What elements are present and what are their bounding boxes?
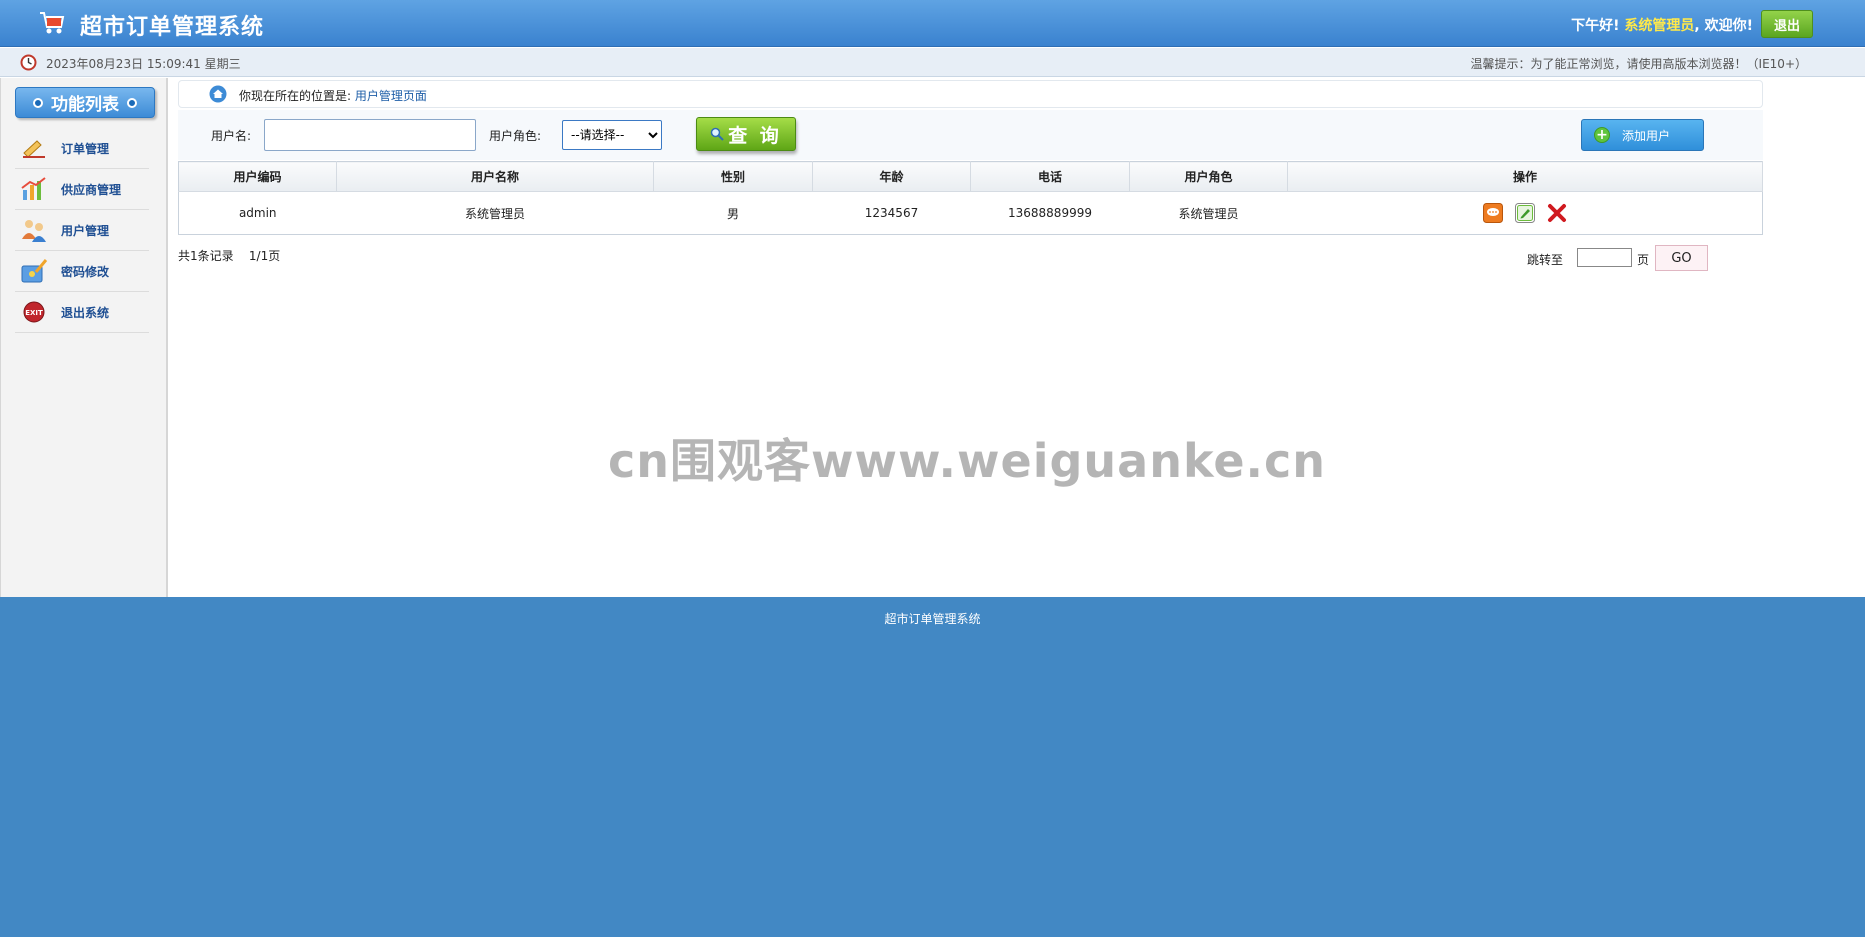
page-indicator: 1/1页 [248,249,281,263]
breadcrumb-current[interactable]: 用户管理页面 [355,89,427,103]
query-button[interactable]: 查 询 [696,117,796,151]
add-user-button[interactable]: + 添加用户 [1581,119,1704,151]
users-table: 用户编码 用户名称 性别 年龄 电话 用户角色 操作 admin 系统管理员 男… [178,161,1763,235]
header: 超市订单管理系统 下午好! 系统管理员, 欢迎你! 退出 [0,0,1865,47]
sidebar-item-label: 订单管理 [61,141,110,156]
greeting-prefix: 下午好! [1571,18,1620,34]
sidebar-item-users[interactable]: 用户管理 [15,210,149,251]
footer: 超市订单管理系统 [0,597,1865,937]
footer-text: 超市订单管理系统 [884,612,981,626]
search-icon [710,127,724,141]
sidebar-item-password[interactable]: 密码修改 [15,251,149,292]
username-label: 用户名: [211,129,252,143]
table-row: admin 系统管理员 男 1234567 13688889999 系统管理员 [179,192,1763,235]
cart-icon [40,12,65,34]
sidebar-item-suppliers[interactable]: 供应商管理 [15,169,149,210]
breadcrumb-prefix: 你现在所在的位置是: [239,89,352,103]
sidebar-title-text: 功能列表 [51,95,119,115]
jump-label: 跳转至 [1527,253,1564,267]
logout-button[interactable]: 退出 [1761,10,1813,38]
current-datetime: 2023年08月23日 15:09:41 星期三 [46,57,241,71]
cell-name: 系统管理员 [464,206,525,221]
sidebar-item-orders[interactable]: 订单管理 [15,128,149,169]
go-button[interactable]: GO [1655,245,1708,271]
role-select[interactable]: --请选择-- [562,120,662,150]
app-title: 超市订单管理系统 [80,15,265,40]
home-icon [209,85,227,103]
add-user-label: 添加用户 [1622,128,1671,143]
sidebar-item-exit[interactable]: EXIT 退出系统 [15,292,149,333]
cell-code: admin [238,206,277,220]
order-icon [19,135,49,161]
browser-tip: 温馨提示：为了能正常浏览，请使用高版本浏览器！（IE10+） [1470,57,1807,71]
clock-icon [20,54,37,71]
page-jump-input[interactable] [1577,248,1632,267]
sidebar-item-label: 用户管理 [61,223,110,238]
cell-gender: 男 [726,206,739,221]
col-header-phone: 电话 [970,161,1130,192]
password-icon [19,258,49,284]
current-username: 系统管理员 [1624,18,1695,34]
title-bullet-icon [127,97,137,108]
greeting-suffix: , 欢迎你! [1694,18,1753,34]
info-bar: 2023年08月23日 15:09:41 星期三 温馨提示：为了能正常浏览，请使… [0,48,1865,77]
table-header-row: 用户编码 用户名称 性别 年龄 电话 用户角色 操作 [178,161,1763,192]
pagination-summary: 共1条记录 1/1页 [178,247,280,264]
greeting: 下午好! 系统管理员, 欢迎你! [1571,15,1753,35]
edit-icon[interactable] [1514,203,1535,223]
plus-icon: + [1594,127,1610,143]
sidebar-title: 功能列表 [15,87,155,118]
cell-age: 1234567 [864,206,919,220]
sidebar-item-label: 密码修改 [61,264,110,279]
svg-text:EXIT: EXIT [25,309,43,317]
cell-phone: 13688889999 [1008,206,1092,220]
query-button-label: 查 询 [728,124,782,147]
breadcrumb: 你现在所在的位置是: 用户管理页面 [178,80,1763,108]
view-icon[interactable] [1482,203,1503,223]
title-bullet-icon [33,97,43,108]
users-icon [19,217,49,243]
sidebar-item-label: 退出系统 [61,305,110,320]
col-header-code: 用户编码 [178,161,337,192]
delete-icon[interactable] [1547,203,1567,223]
sidebar: 功能列表 订单管理 供应商管理 用户管理 密码修改 EXIT 退出系统 [0,78,168,597]
total-records: 共1条记录 [178,249,234,263]
page-unit-label: 页 [1637,253,1650,267]
watermark: cn围观客www.weiguanke.cn [608,434,1327,488]
role-label: 用户角色: [489,129,542,143]
sidebar-item-label: 供应商管理 [61,182,122,197]
breadcrumb-text: 你现在所在的位置是: 用户管理页面 [239,87,427,104]
col-header-gender: 性别 [653,161,813,192]
col-header-actions: 操作 [1287,161,1763,192]
username-input[interactable] [264,119,476,151]
col-header-age: 年龄 [812,161,971,192]
supplier-icon [19,176,49,202]
sidebar-menu: 订单管理 供应商管理 用户管理 密码修改 EXIT 退出系统 [15,128,149,333]
col-header-name: 用户名称 [336,161,654,192]
cell-actions [1288,192,1763,235]
cell-role: 系统管理员 [1178,206,1239,221]
col-header-role: 用户角色 [1129,161,1288,192]
exit-icon: EXIT [19,299,49,325]
search-bar: 用户名: 用户角色: --请选择-- 查 询 + 添加用户 [178,110,1763,160]
